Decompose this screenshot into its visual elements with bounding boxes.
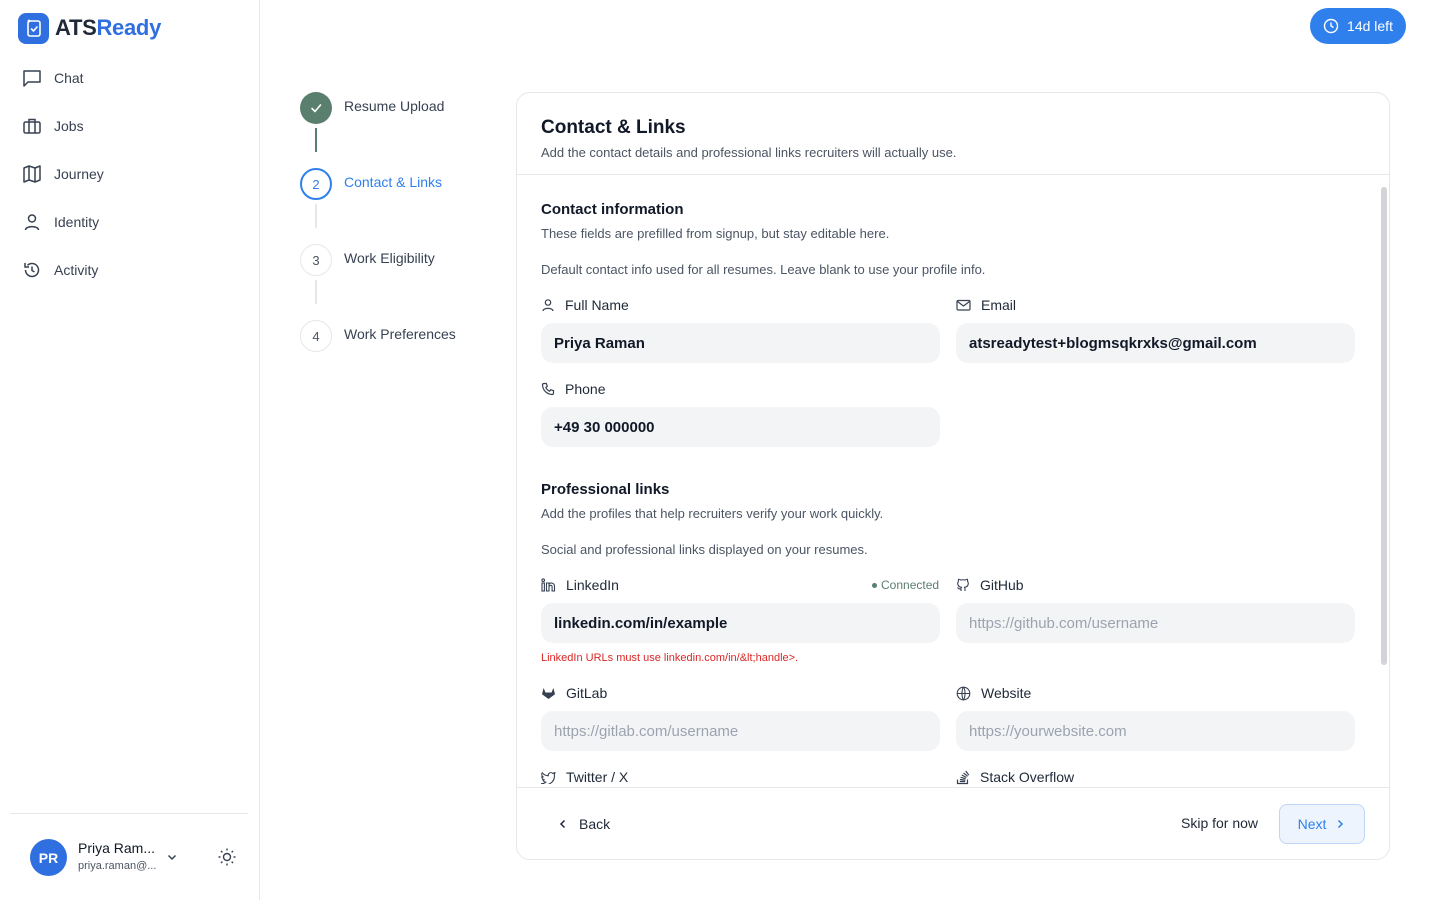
gitlab-icon xyxy=(542,688,555,699)
user-menu[interactable]: PR Priya Ram... priya.raman@... xyxy=(10,813,248,900)
step-contact-links[interactable]: 2 Contact & Links xyxy=(300,168,442,200)
card-title: Contact & Links xyxy=(541,117,686,138)
user-icon xyxy=(22,212,42,232)
sun-icon[interactable] xyxy=(216,846,238,868)
step-resume-upload[interactable]: Resume Upload xyxy=(300,92,444,124)
gitlab-input[interactable]: https://gitlab.com/username xyxy=(541,711,940,751)
sidebar-item-jobs[interactable]: Jobs xyxy=(12,104,248,148)
linkedin-error: LinkedIn URLs must use linkedin.com/in/&… xyxy=(541,652,799,664)
step-label: Resume Upload xyxy=(344,98,445,114)
logo-icon xyxy=(18,12,49,44)
status-dot xyxy=(872,582,877,588)
clock-icon xyxy=(1323,18,1339,34)
form-scroll-area[interactable]: Contact information These fields are pre… xyxy=(517,175,1389,787)
sidebar-nav: Chat Jobs Journey Identity Activity xyxy=(12,56,248,296)
chevron-down-icon[interactable] xyxy=(166,850,178,862)
phone-input[interactable]: +49 30 000000 xyxy=(541,407,940,447)
map-icon xyxy=(22,164,42,184)
section-note-contact: Default contact info used for all resume… xyxy=(541,262,986,277)
brand-name: ATSReady xyxy=(55,15,162,40)
website-label: Website xyxy=(956,685,1031,701)
chevron-right-icon xyxy=(1338,819,1344,829)
sidebar-item-label: Journey xyxy=(54,166,104,182)
chat-icon xyxy=(22,68,42,88)
github-input[interactable]: https://github.com/username xyxy=(956,603,1355,643)
step-number: 2 xyxy=(300,168,332,200)
website-input[interactable]: https://yourwebsite.com xyxy=(956,711,1355,751)
step-number: 4 xyxy=(300,320,332,352)
twitter-label: Twitter / X xyxy=(541,769,628,785)
section-note-links: Social and professional links displayed … xyxy=(541,542,868,557)
stack-overflow-icon xyxy=(956,770,970,784)
twitter-icon xyxy=(541,771,556,784)
section-desc-contact: These fields are prefilled from signup, … xyxy=(541,226,890,241)
github-label: GitHub xyxy=(956,577,1024,593)
brand-logo[interactable]: ATSReady xyxy=(18,12,161,44)
scrollbar-thumb[interactable] xyxy=(1381,187,1387,665)
email-input[interactable]: atsreadytest+blogmsqkrxks@gmail.com xyxy=(956,323,1355,363)
sidebar: ATSReady Chat Jobs Journey Identity Acti… xyxy=(0,0,260,900)
linkedin-input[interactable]: linkedin.com/in/example xyxy=(541,603,940,643)
section-desc-links: Add the profiles that help recruiters ve… xyxy=(541,506,884,521)
step-connector xyxy=(315,128,317,152)
mail-icon xyxy=(956,299,971,311)
scrollbar[interactable] xyxy=(1381,183,1387,783)
sidebar-item-journey[interactable]: Journey xyxy=(12,152,248,196)
chevron-left-icon xyxy=(559,819,566,829)
section-title-links: Professional links xyxy=(541,481,670,498)
step-label: Contact & Links xyxy=(344,174,443,190)
trial-days-button[interactable]: 14d left xyxy=(1310,8,1406,44)
full-name-input[interactable]: Priya Raman xyxy=(541,323,940,363)
sidebar-item-identity[interactable]: Identity xyxy=(12,200,248,244)
history-icon xyxy=(22,260,42,280)
step-connector xyxy=(315,204,317,228)
check-icon xyxy=(300,92,332,124)
sidebar-item-label: Chat xyxy=(54,70,84,86)
sidebar-item-label: Activity xyxy=(54,262,99,278)
linkedin-label: LinkedIn xyxy=(541,577,619,593)
skip-button[interactable]: Skip for now xyxy=(1181,815,1258,831)
sidebar-item-label: Jobs xyxy=(54,118,84,134)
globe-icon xyxy=(956,686,971,701)
sidebar-item-activity[interactable]: Activity xyxy=(12,248,248,292)
card-subtitle: Add the contact details and professional… xyxy=(541,145,957,160)
stackoverflow-label: Stack Overflow xyxy=(956,769,1074,785)
gitlab-label: GitLab xyxy=(541,685,607,701)
card-footer: Back Skip for now Next xyxy=(517,787,1389,859)
phone-icon xyxy=(541,382,555,396)
card-header: Contact & Links Add the contact details … xyxy=(517,93,1389,175)
step-work-eligibility[interactable]: 3 Work Eligibility xyxy=(300,244,435,276)
section-title-contact: Contact information xyxy=(541,201,684,218)
step-label: Work Preferences xyxy=(344,326,456,342)
trial-label: 14d left xyxy=(1347,18,1393,34)
step-label: Work Eligibility xyxy=(344,250,435,266)
linkedin-icon xyxy=(541,578,556,592)
github-icon xyxy=(957,578,969,591)
step-number: 3 xyxy=(300,244,332,276)
linkedin-status-badge: Connected xyxy=(872,578,939,592)
step-work-preferences[interactable]: 4 Work Preferences xyxy=(300,320,456,352)
back-button[interactable]: Back xyxy=(557,812,610,836)
phone-label: Phone xyxy=(541,381,605,397)
user-email: priya.raman@... xyxy=(78,860,157,872)
user-name: Priya Ram... xyxy=(78,840,156,856)
full-name-label: Full Name xyxy=(541,297,629,313)
sidebar-item-chat[interactable]: Chat xyxy=(12,56,248,100)
sidebar-item-label: Identity xyxy=(54,214,100,230)
email-label: Email xyxy=(956,297,1016,313)
briefcase-icon xyxy=(22,116,42,136)
avatar[interactable]: PR xyxy=(30,839,67,876)
contact-links-card: Contact & Links Add the contact details … xyxy=(516,92,1390,860)
next-button[interactable]: Next xyxy=(1279,804,1365,844)
user-icon xyxy=(542,299,554,312)
step-connector xyxy=(315,280,317,304)
